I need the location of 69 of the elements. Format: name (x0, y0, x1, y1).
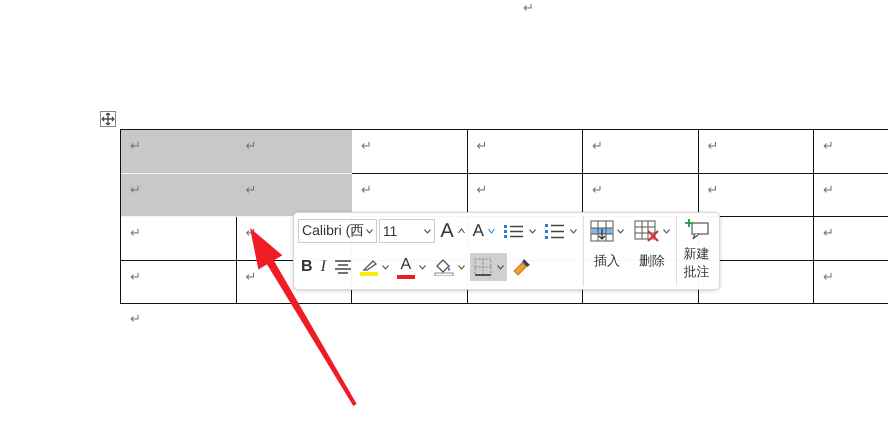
paragraph-mark: ↵ (708, 139, 718, 154)
paragraph-mark: ↵ (708, 182, 718, 198)
paragraph-mark: ↵ (592, 139, 603, 154)
paragraph-mark: ↵ (361, 182, 372, 198)
caret-icon (617, 228, 624, 234)
table-cell[interactable]: ↵ (814, 174, 888, 217)
caret-icon (366, 228, 373, 234)
table-move-handle[interactable] (100, 111, 116, 127)
shrink-font-button[interactable]: A (470, 217, 498, 245)
paragraph-mark: ↵ (823, 139, 834, 154)
caret-icon (529, 228, 536, 234)
delete-button[interactable]: 删除 (631, 216, 673, 286)
borders-button[interactable] (470, 253, 507, 281)
paragraph-mark: ↵ (246, 182, 256, 198)
bold-button[interactable]: B (298, 253, 316, 281)
paragraph-mark: ↵ (130, 312, 141, 327)
caret-icon (424, 228, 432, 234)
table-cell[interactable]: ↵ (814, 217, 888, 260)
caret-icon (458, 264, 465, 270)
table-cell[interactable]: ↵ (814, 130, 888, 174)
table-cell[interactable]: ↵ (698, 130, 814, 174)
caret-icon (663, 228, 670, 234)
paragraph-mark: ↵ (823, 226, 834, 241)
delete-table-icon (634, 220, 660, 242)
font-size-field[interactable]: 11 (378, 219, 436, 243)
table-borders-icon (472, 257, 493, 277)
paintbrush-icon (512, 257, 532, 277)
numbered-list-icon (544, 222, 566, 240)
caret-icon (418, 264, 426, 270)
table-cell[interactable]: ↵ (236, 130, 352, 174)
align-center-icon (334, 259, 352, 275)
up-caret-icon (458, 228, 465, 234)
caret-icon (496, 264, 504, 270)
paragraph-mark: ↵ (476, 139, 488, 154)
table-cell[interactable]: ↵ (814, 260, 888, 304)
italic-button[interactable]: I (318, 253, 329, 281)
new-comment-button[interactable]: 新建批注 (680, 216, 714, 286)
move-icon (101, 112, 115, 126)
table-cell[interactable]: ↵ (583, 130, 698, 174)
paragraph-mark: ↵ (592, 182, 603, 198)
insert-button[interactable]: 插入 (587, 216, 627, 286)
table-cell[interactable]: ↵ (236, 174, 352, 217)
caret-icon (570, 228, 577, 234)
grow-font-button[interactable]: A (437, 217, 468, 245)
font-color-button[interactable]: A (394, 253, 429, 281)
paint-bucket-icon (434, 258, 454, 276)
caret-icon (488, 228, 495, 234)
paragraph-mark: ↵ (823, 182, 834, 198)
table-cell[interactable]: ↵ (121, 174, 236, 217)
font-field[interactable]: Calibri (西 (298, 219, 377, 243)
insert-rows-icon (590, 220, 614, 242)
paragraph-mark: ↵ (361, 139, 372, 154)
caret-icon (382, 264, 389, 270)
paragraph-mark: ↵ (130, 226, 141, 241)
table-cell[interactable]: ↵ (352, 130, 468, 174)
paragraph-mark: ↵ (523, 1, 534, 16)
table-cell[interactable]: ↵ (121, 217, 236, 260)
paragraph-mark: ↵ (130, 182, 141, 198)
paragraph-mark: ↵ (130, 139, 141, 154)
paragraph-mark: ↵ (476, 182, 488, 198)
paragraph-mark: ↵ (130, 270, 141, 284)
paragraph-mark: ↵ (246, 270, 256, 284)
comment-add-icon (684, 218, 709, 240)
table-cell[interactable]: ↵ (468, 130, 583, 174)
bullet-list-icon (503, 223, 525, 239)
paragraph-mark: ↵ (246, 139, 256, 154)
paragraph-mark: ↵ (823, 270, 834, 284)
table-cell[interactable]: ↵ (121, 260, 236, 304)
table-cell[interactable]: ↵ (121, 130, 236, 174)
